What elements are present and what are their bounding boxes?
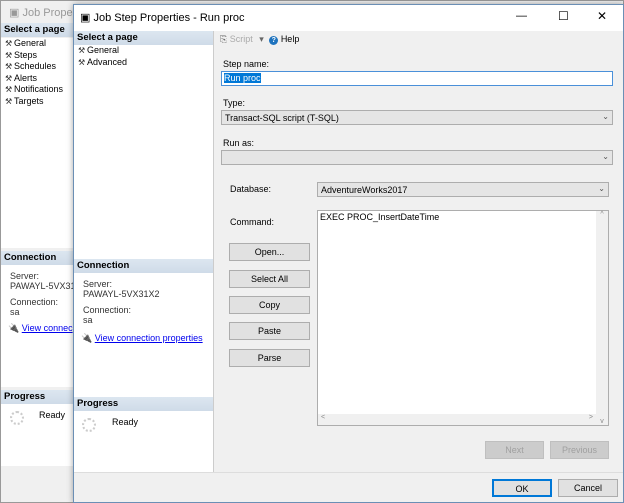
help-icon: ?: [269, 36, 279, 45]
progress-spinner-icon: [10, 411, 24, 425]
help-button[interactable]: ? Help: [269, 34, 299, 45]
view-connection-properties-link[interactable]: View connection properties: [95, 333, 203, 343]
progress-status: Ready: [112, 417, 139, 427]
title-bar: ▣ Job Step Properties - Run proc — ☐ ✕: [74, 5, 623, 31]
toolbar: ⎘ Script ▾ ? Help: [220, 34, 299, 45]
close-button[interactable]: ✕: [597, 9, 607, 23]
progress-spinner-icon: [82, 418, 96, 432]
wrench-icon: ⚒: [5, 39, 13, 48]
window-icon: ▣: [80, 12, 94, 24]
connection-panel: Server: PAWAYL-5VX31X2 Connection: sa 🔌 …: [81, 279, 203, 344]
paste-button[interactable]: Paste: [229, 322, 310, 340]
plug-icon: 🔌: [8, 323, 20, 333]
database-select[interactable]: AdventureWorks2017 ⌄: [317, 182, 609, 197]
plug-icon: 🔌: [81, 333, 93, 343]
server-value: PAWAYL-5VX31: [10, 281, 76, 291]
background-progress-header: Progress: [1, 390, 74, 404]
footer-divider: [74, 472, 623, 473]
script-button[interactable]: ⎘ Script: [220, 34, 253, 44]
parse-button[interactable]: Parse: [229, 349, 310, 367]
wrench-icon: ⚒: [5, 96, 13, 106]
page-list: ⚒ General ⚒ Advanced: [74, 45, 127, 68]
left-pane: Select a page ⚒ General ⚒ Advanced Connect…: [74, 31, 214, 472]
server-label: Server:: [83, 279, 113, 289]
page-advanced[interactable]: ⚒ Advanced: [74, 57, 127, 69]
wrench-icon: ⚒: [5, 85, 13, 94]
command-textarea[interactable]: EXEC PROC_InsertDateTime ^ v < >: [317, 210, 609, 426]
connection-label: Connection:: [10, 297, 59, 307]
connection-value: sa: [10, 307, 20, 317]
wrench-icon: ⚒: [78, 46, 86, 55]
window-icon: ▣: [9, 7, 23, 19]
background-page-alerts[interactable]: ⚒ Alerts: [1, 73, 74, 85]
background-page-list: ⚒ General ⚒ Steps ⚒ Schedules ⚒ Alerts ⚒ Noti…: [1, 38, 74, 248]
background-page-general[interactable]: ⚒ General: [1, 38, 74, 50]
connection-header: Connection: [74, 259, 213, 273]
server-label: Server:: [10, 271, 40, 281]
previous-button[interactable]: Previous: [550, 441, 609, 459]
dialog-title: ▣ Job Step Properties - Run proc: [80, 12, 245, 24]
command-label: Command:: [230, 217, 275, 227]
connection-value: sa: [83, 315, 93, 325]
background-page-notifications[interactable]: ⚒ Notifications: [1, 84, 74, 96]
horizontal-scrollbar[interactable]: < >: [318, 414, 596, 425]
run-as-label: Run as:: [223, 138, 255, 148]
open-button[interactable]: Open...: [229, 243, 310, 261]
cancel-button[interactable]: Cancel: [558, 479, 618, 497]
type-label: Type:: [223, 98, 246, 108]
wrench-icon: ⚒: [5, 62, 13, 71]
run-as-select[interactable]: ⌄: [221, 150, 613, 165]
background-page-schedules[interactable]: ⚒ Schedules: [1, 61, 74, 73]
step-name-input[interactable]: Run proc: [221, 71, 613, 86]
vertical-scrollbar[interactable]: ^ v: [596, 211, 608, 425]
server-value: PAWAYL-5VX31X2: [83, 289, 160, 299]
script-icon: ⎘: [220, 34, 228, 44]
wrench-icon: ⚒: [78, 57, 86, 67]
copy-button[interactable]: Copy: [229, 296, 310, 314]
background-window-title: ▣ Job Propert: [9, 7, 80, 19]
background-page-steps[interactable]: ⚒ Steps: [1, 50, 74, 62]
maximize-button[interactable]: ☐: [558, 9, 569, 23]
view-connection-link[interactable]: View connec: [22, 323, 73, 333]
select-all-button[interactable]: Select All: [229, 270, 310, 288]
database-label: Database:: [230, 184, 272, 194]
minimize-button[interactable]: —: [516, 10, 527, 22]
ok-button[interactable]: OK: [492, 479, 552, 497]
wrench-icon: ⚒: [5, 73, 13, 83]
background-progress-panel: Ready: [1, 404, 74, 466]
chevron-down-icon: ⌄: [602, 112, 609, 121]
wrench-icon: ⚒: [5, 50, 13, 60]
select-page-header: Select a page: [74, 31, 213, 45]
background-connection-panel: Server: PAWAYL-5VX31 Connection: sa 🔌 Vi…: [1, 265, 76, 387]
background-connection-header: Connection: [1, 251, 74, 265]
job-step-properties-dialog: ▣ Job Step Properties - Run proc — ☐ ✕ S…: [73, 4, 624, 503]
progress-status: Ready: [39, 410, 66, 420]
script-dropdown-icon[interactable]: ▾: [259, 34, 264, 44]
progress-header: Progress: [74, 397, 213, 411]
type-select[interactable]: Transact-SQL script (T-SQL) ⌄: [221, 110, 613, 125]
background-select-page-header: Select a page: [1, 23, 74, 37]
page-general[interactable]: ⚒ General: [74, 45, 127, 57]
chevron-down-icon: ⌄: [602, 152, 609, 161]
step-name-label: Step name:: [223, 59, 270, 69]
connection-label: Connection:: [83, 305, 132, 315]
next-button[interactable]: Next: [485, 441, 544, 459]
chevron-down-icon: ⌄: [598, 184, 605, 193]
background-page-targets[interactable]: ⚒ Targets: [1, 96, 74, 108]
